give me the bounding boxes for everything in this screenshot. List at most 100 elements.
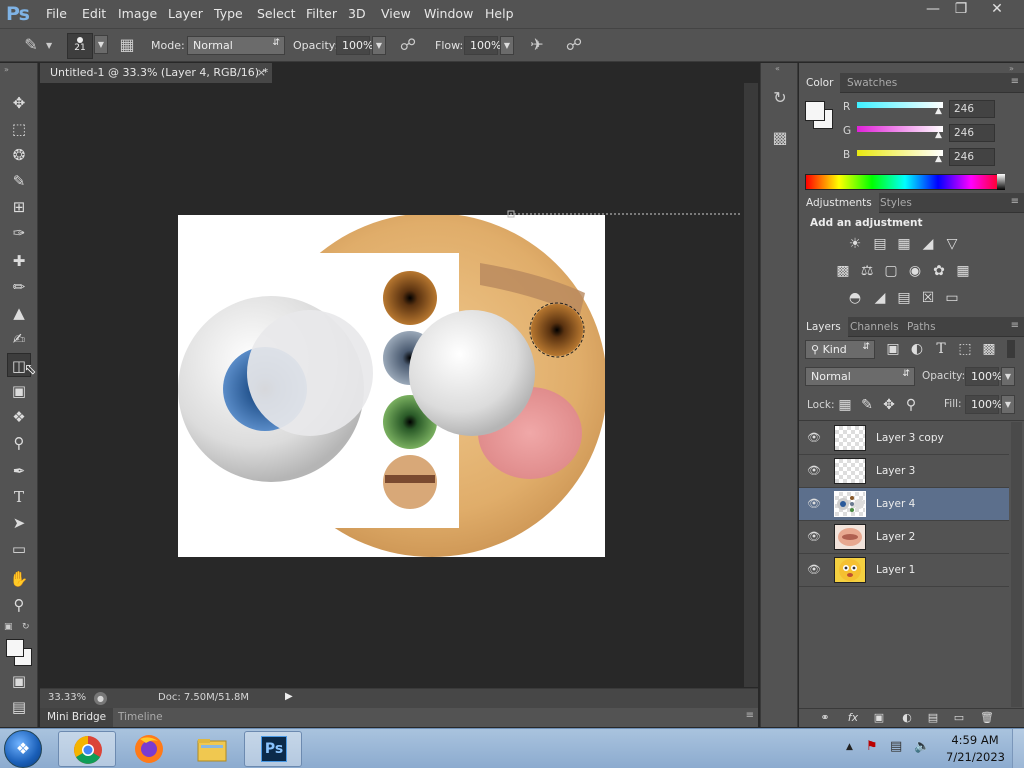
type-tool-icon[interactable]: T [7, 485, 31, 509]
opacity-arrow-icon[interactable]: ▼ [372, 36, 386, 55]
tab-channels[interactable]: Channels [843, 317, 906, 337]
layer-row-layer-3[interactable]: 👁 Layer 3 [799, 455, 1009, 488]
menu-layer[interactable]: Layer [168, 6, 203, 21]
move-tool-icon[interactable]: ✥ [7, 91, 31, 115]
start-button[interactable]: ❖ [4, 730, 42, 768]
default-colors-icon[interactable]: ▣ [4, 622, 13, 632]
link-layers-icon[interactable]: ⚭ [815, 708, 835, 728]
brightness-contrast-icon[interactable]: ☀ [845, 234, 865, 254]
invert-icon[interactable]: ◓ [845, 288, 865, 308]
fill-input[interactable]: 100% [965, 395, 1002, 414]
tray-network-icon[interactable]: ▤ [890, 739, 902, 754]
channel-mixer-icon[interactable]: ✿ [929, 261, 949, 281]
brush-picker[interactable]: 21 [67, 33, 93, 59]
color-panel-menu-icon[interactable]: ≡ [1011, 76, 1019, 87]
screen-mode-icon[interactable]: ▤ [7, 695, 31, 719]
healing-brush-tool-icon[interactable]: ✚ [7, 249, 31, 273]
tab-paths[interactable]: Paths [900, 317, 943, 337]
tab-mini-bridge[interactable]: Mini Bridge [40, 708, 114, 727]
r-slider-thumb-icon[interactable]: ▲ [935, 106, 942, 116]
menu-type[interactable]: Type [214, 6, 243, 21]
layers-panel-menu-icon[interactable]: ≡ [1011, 320, 1019, 331]
brush-picker-arrow-icon[interactable]: ▼ [94, 35, 108, 54]
pressure-opacity-icon[interactable]: ☍ [397, 34, 419, 56]
taskbar-photoshop[interactable]: Ps [244, 731, 302, 767]
channel-r-input[interactable]: 246 [949, 100, 995, 118]
dodge-tool-icon[interactable]: ⚲ [7, 431, 31, 455]
fill-arrow-icon[interactable]: ▼ [1001, 395, 1015, 414]
close-icon[interactable]: ✕ [980, 0, 1014, 20]
minimize-icon[interactable]: — [918, 0, 948, 20]
channel-r-slider[interactable] [857, 102, 943, 108]
posterize-icon[interactable]: ◢ [870, 288, 890, 308]
channel-g-input[interactable]: 246 [949, 124, 995, 142]
tab-color[interactable]: Color [799, 73, 841, 93]
color-lookup-icon[interactable]: ▦ [953, 261, 973, 281]
color-spectrum-bar[interactable] [805, 174, 1005, 190]
channel-g-slider[interactable] [857, 126, 943, 132]
document-canvas[interactable] [40, 83, 744, 687]
visibility-eye-icon[interactable]: 👁 [807, 431, 821, 444]
taskbar-chrome[interactable] [58, 731, 116, 767]
threshold-icon[interactable]: ▤ [894, 288, 914, 308]
blend-mode-select[interactable]: Normal ⇵ [805, 367, 915, 386]
rectangle-tool-icon[interactable]: ▭ [7, 537, 31, 561]
gradient-map-icon[interactable]: ▭ [942, 288, 962, 308]
layer-opacity-input[interactable]: 100% [965, 367, 1002, 386]
strip-collapse-icon[interactable]: « [775, 64, 780, 73]
document-tab[interactable]: Untitled-1 @ 33.3% (Layer 4, RGB/16) * × [40, 63, 272, 83]
crop-tool-icon[interactable]: ⊞ [7, 195, 31, 219]
new-layer-icon[interactable]: ▭ [949, 708, 969, 728]
airbrush-icon[interactable]: ✈ [526, 34, 548, 56]
foreground-color-swatch[interactable] [6, 639, 24, 657]
panel-menu-icon[interactable]: ≡ [746, 710, 754, 721]
status-menu-arrow-icon[interactable]: ▶ [285, 691, 293, 702]
history-brush-tool-icon[interactable]: ✍ [7, 327, 31, 351]
delete-layer-icon[interactable]: 🗑 [977, 708, 997, 728]
path-selection-tool-icon[interactable]: ➤ [7, 511, 31, 535]
filter-type-icon[interactable]: T [931, 339, 951, 359]
visibility-eye-icon[interactable]: 👁 [807, 530, 821, 543]
lock-position-icon[interactable]: ✥ [879, 395, 899, 415]
levels-icon[interactable]: ▤ [870, 234, 890, 254]
clock[interactable]: 4:59 AM 7/21/2023 [946, 733, 1005, 764]
menu-file[interactable]: File [46, 6, 67, 21]
menu-help[interactable]: Help [485, 6, 514, 21]
filter-adjustment-icon[interactable]: ◐ [907, 339, 927, 359]
lock-transparent-icon[interactable]: ▦ [835, 395, 855, 415]
menu-select[interactable]: Select [257, 6, 296, 21]
taskbar-firefox[interactable] [120, 731, 178, 767]
menu-image[interactable]: Image [118, 6, 157, 21]
panels-collapse-icon[interactable]: » [1009, 64, 1014, 73]
filter-pixel-icon[interactable]: ▣ [883, 339, 903, 359]
flow-arrow-icon[interactable]: ▼ [500, 36, 514, 55]
zoom-tool-icon[interactable]: ⚲ [7, 593, 31, 617]
channel-b-input[interactable]: 246 [949, 148, 995, 166]
new-adjustment-layer-icon[interactable]: ◐ [897, 708, 917, 728]
mode-select[interactable]: Normal ⇵ [187, 36, 285, 55]
g-slider-thumb-icon[interactable]: ▲ [935, 130, 942, 140]
tab-styles[interactable]: Styles [873, 193, 919, 213]
layers-scrollbar[interactable] [1011, 422, 1022, 707]
layer-row-layer-1[interactable]: 👁 Layer 1 [799, 554, 1009, 587]
clone-stamp-tool-icon[interactable]: ▲ [7, 301, 31, 325]
selective-color-icon[interactable]: ☒ [918, 288, 938, 308]
color-balance-icon[interactable]: ⚖ [857, 261, 877, 281]
gradient-tool-icon[interactable]: ▣ [7, 379, 31, 403]
zoom-level[interactable]: 33.33% [48, 692, 86, 703]
vertical-scrollbar[interactable] [744, 83, 758, 687]
adjustments-panel-menu-icon[interactable]: ≡ [1011, 196, 1019, 207]
blur-tool-icon[interactable]: ❖ [7, 405, 31, 429]
lasso-tool-icon[interactable]: ❂ [7, 143, 31, 167]
status-icon[interactable]: ● [94, 692, 107, 705]
history-panel-icon[interactable]: ↻ [769, 87, 791, 109]
menu-filter[interactable]: Filter [306, 6, 337, 21]
tab-adjustments[interactable]: Adjustments [799, 193, 879, 213]
tool-preset-arrow-icon[interactable]: ▼ [46, 41, 52, 50]
brush-tool-icon[interactable]: ✏ [7, 275, 31, 299]
layer-row-layer-3-copy[interactable]: 👁 Layer 3 copy [799, 422, 1009, 455]
hue-saturation-icon[interactable]: ▩ [833, 261, 853, 281]
lock-all-icon[interactable]: ⚲ [901, 395, 921, 415]
tab-timeline[interactable]: Timeline [112, 708, 169, 727]
hand-tool-icon[interactable]: ✋ [7, 567, 31, 591]
